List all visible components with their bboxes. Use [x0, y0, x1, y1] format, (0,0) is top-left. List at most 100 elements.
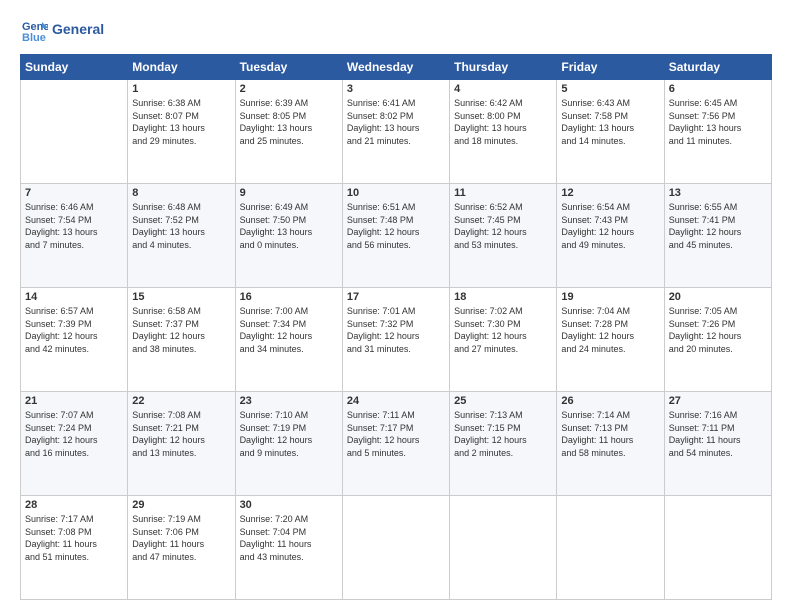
weekday-header-row: SundayMondayTuesdayWednesdayThursdayFrid…: [21, 55, 772, 80]
day-info: Sunrise: 6:39 AM Sunset: 8:05 PM Dayligh…: [240, 97, 338, 147]
day-number: 28: [25, 499, 123, 511]
calendar-cell: 9Sunrise: 6:49 AM Sunset: 7:50 PM Daylig…: [235, 184, 342, 288]
day-number: 24: [347, 395, 445, 407]
day-info: Sunrise: 7:19 AM Sunset: 7:06 PM Dayligh…: [132, 513, 230, 563]
calendar-cell: 17Sunrise: 7:01 AM Sunset: 7:32 PM Dayli…: [342, 288, 449, 392]
week-row-2: 7 Sunrise: 6:46 AM Sunset: 7:54 PM Daylig…: [21, 184, 772, 288]
calendar-cell: 27 Sunrise: 7:16 AM Sunset: 7:11 PM Dayli…: [664, 392, 771, 496]
day-number: 7: [25, 187, 123, 199]
svg-text:Blue: Blue: [22, 32, 46, 44]
day-info: Sunrise: 7:16 AM Sunset: 7:11 PM Dayligh…: [669, 409, 767, 459]
day-number: 1: [132, 83, 230, 95]
logo-text: General: [52, 22, 104, 37]
day-info: Sunrise: 6:55 AM Sunset: 7:41 PM Dayligh…: [669, 201, 767, 251]
week-row-1: 1 Sunrise: 6:38 AM Sunset: 8:07 PM Daylig…: [21, 80, 772, 184]
day-number: 12: [561, 187, 659, 199]
calendar-cell: [664, 496, 771, 600]
day-info: Sunrise: 7:10 AM Sunset: 7:19 PM Dayligh…: [240, 409, 338, 459]
day-number: 3: [347, 83, 445, 95]
calendar-cell: 6Sunrise: 6:45 AM Sunset: 7:56 PM Daylig…: [664, 80, 771, 184]
calendar-cell: 3 Sunrise: 6:41 AM Sunset: 8:02 PM Daylig…: [342, 80, 449, 184]
calendar-cell: 7 Sunrise: 6:46 AM Sunset: 7:54 PM Daylig…: [21, 184, 128, 288]
day-info: Sunrise: 6:38 AM Sunset: 8:07 PM Dayligh…: [132, 97, 230, 147]
day-number: 20: [669, 291, 767, 303]
calendar-cell: 1 Sunrise: 6:38 AM Sunset: 8:07 PM Daylig…: [128, 80, 235, 184]
day-number: 27: [669, 395, 767, 407]
calendar-cell: 8 Sunrise: 6:48 AM Sunset: 7:52 PM Daylig…: [128, 184, 235, 288]
day-info: Sunrise: 7:20 AM Sunset: 7:04 PM Dayligh…: [240, 513, 338, 563]
page: General Blue General SundayMondayTuesday…: [0, 0, 792, 612]
day-number: 21: [25, 395, 123, 407]
calendar-cell: [342, 496, 449, 600]
day-info: Sunrise: 6:48 AM Sunset: 7:52 PM Dayligh…: [132, 201, 230, 251]
weekday-header-tuesday: Tuesday: [235, 55, 342, 80]
weekday-header-monday: Monday: [128, 55, 235, 80]
day-info: Sunrise: 7:17 AM Sunset: 7:08 PM Dayligh…: [25, 513, 123, 563]
day-info: Sunrise: 6:42 AM Sunset: 8:00 PM Dayligh…: [454, 97, 552, 147]
day-number: 29: [132, 499, 230, 511]
day-info: Sunrise: 6:52 AM Sunset: 7:45 PM Dayligh…: [454, 201, 552, 251]
day-number: 19: [561, 291, 659, 303]
day-number: 15: [132, 291, 230, 303]
calendar-cell: [21, 80, 128, 184]
day-number: 11: [454, 187, 552, 199]
day-info: Sunrise: 6:45 AM Sunset: 7:56 PM Dayligh…: [669, 97, 767, 147]
logo-icon: General Blue: [20, 16, 48, 44]
day-number: 13: [669, 187, 767, 199]
week-row-4: 21 Sunrise: 7:07 AM Sunset: 7:24 PM Dayli…: [21, 392, 772, 496]
weekday-header-thursday: Thursday: [450, 55, 557, 80]
day-info: Sunrise: 7:05 AM Sunset: 7:26 PM Dayligh…: [669, 305, 767, 355]
calendar-cell: 29 Sunrise: 7:19 AM Sunset: 7:06 PM Dayli…: [128, 496, 235, 600]
calendar-cell: 18 Sunrise: 7:02 AM Sunset: 7:30 PM Dayli…: [450, 288, 557, 392]
day-info: Sunrise: 7:04 AM Sunset: 7:28 PM Dayligh…: [561, 305, 659, 355]
calendar-cell: [450, 496, 557, 600]
week-row-5: 28 Sunrise: 7:17 AM Sunset: 7:08 PM Dayli…: [21, 496, 772, 600]
day-info: Sunrise: 6:43 AM Sunset: 7:58 PM Dayligh…: [561, 97, 659, 147]
day-number: 17: [347, 291, 445, 303]
day-number: 25: [454, 395, 552, 407]
day-info: Sunrise: 6:41 AM Sunset: 8:02 PM Dayligh…: [347, 97, 445, 147]
week-row-3: 14 Sunrise: 6:57 AM Sunset: 7:39 PM Dayli…: [21, 288, 772, 392]
calendar-cell: 11 Sunrise: 6:52 AM Sunset: 7:45 PM Dayli…: [450, 184, 557, 288]
calendar-cell: 16 Sunrise: 7:00 AM Sunset: 7:34 PM Dayli…: [235, 288, 342, 392]
calendar-cell: 20 Sunrise: 7:05 AM Sunset: 7:26 PM Dayli…: [664, 288, 771, 392]
calendar-cell: 22 Sunrise: 7:08 AM Sunset: 7:21 PM Dayli…: [128, 392, 235, 496]
day-number: 8: [132, 187, 230, 199]
calendar-cell: 4 Sunrise: 6:42 AM Sunset: 8:00 PM Daylig…: [450, 80, 557, 184]
calendar-cell: 15Sunrise: 6:58 AM Sunset: 7:37 PM Dayli…: [128, 288, 235, 392]
day-info: Sunrise: 7:11 AM Sunset: 7:17 PM Dayligh…: [347, 409, 445, 459]
weekday-header-friday: Friday: [557, 55, 664, 80]
day-info: Sunrise: 7:02 AM Sunset: 7:30 PM Dayligh…: [454, 305, 552, 355]
day-number: 18: [454, 291, 552, 303]
weekday-header-saturday: Saturday: [664, 55, 771, 80]
day-info: Sunrise: 7:08 AM Sunset: 7:21 PM Dayligh…: [132, 409, 230, 459]
day-number: 10: [347, 187, 445, 199]
day-info: Sunrise: 6:46 AM Sunset: 7:54 PM Dayligh…: [25, 201, 123, 251]
day-info: Sunrise: 6:57 AM Sunset: 7:39 PM Dayligh…: [25, 305, 123, 355]
calendar-cell: 26 Sunrise: 7:14 AM Sunset: 7:13 PM Dayli…: [557, 392, 664, 496]
day-number: 22: [132, 395, 230, 407]
calendar-cell: 5 Sunrise: 6:43 AM Sunset: 7:58 PM Daylig…: [557, 80, 664, 184]
day-number: 26: [561, 395, 659, 407]
day-number: 5: [561, 83, 659, 95]
day-info: Sunrise: 7:14 AM Sunset: 7:13 PM Dayligh…: [561, 409, 659, 459]
day-number: 9: [240, 187, 338, 199]
weekday-header-sunday: Sunday: [21, 55, 128, 80]
day-number: 23: [240, 395, 338, 407]
calendar-cell: 10Sunrise: 6:51 AM Sunset: 7:48 PM Dayli…: [342, 184, 449, 288]
calendar-cell: 14 Sunrise: 6:57 AM Sunset: 7:39 PM Dayli…: [21, 288, 128, 392]
day-number: 4: [454, 83, 552, 95]
day-number: 14: [25, 291, 123, 303]
day-info: Sunrise: 7:00 AM Sunset: 7:34 PM Dayligh…: [240, 305, 338, 355]
day-number: 2: [240, 83, 338, 95]
day-info: Sunrise: 7:13 AM Sunset: 7:15 PM Dayligh…: [454, 409, 552, 459]
day-info: Sunrise: 7:07 AM Sunset: 7:24 PM Dayligh…: [25, 409, 123, 459]
day-number: 16: [240, 291, 338, 303]
calendar-table: SundayMondayTuesdayWednesdayThursdayFrid…: [20, 54, 772, 600]
day-info: Sunrise: 6:54 AM Sunset: 7:43 PM Dayligh…: [561, 201, 659, 251]
calendar-cell: 24 Sunrise: 7:11 AM Sunset: 7:17 PM Dayli…: [342, 392, 449, 496]
calendar-cell: 25 Sunrise: 7:13 AM Sunset: 7:15 PM Dayli…: [450, 392, 557, 496]
weekday-header-wednesday: Wednesday: [342, 55, 449, 80]
calendar-cell: 13 Sunrise: 6:55 AM Sunset: 7:41 PM Dayli…: [664, 184, 771, 288]
header: General Blue General: [20, 16, 772, 44]
